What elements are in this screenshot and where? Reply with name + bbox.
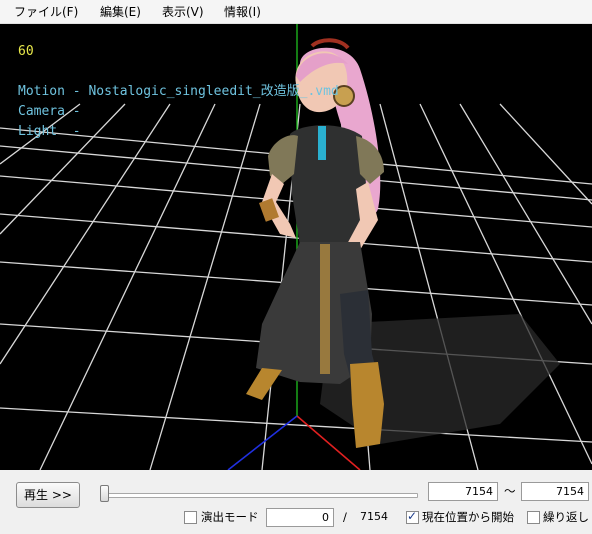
play-button[interactable]: 再生 >> — [16, 482, 80, 508]
staging-mode-checkbox[interactable] — [184, 511, 197, 524]
timeline-slider[interactable] — [100, 484, 418, 504]
camera-info: Camera - — [18, 104, 81, 119]
menu-edit[interactable]: 編集(E) — [100, 4, 141, 20]
character-model — [246, 38, 384, 448]
start-from-current-checkbox[interactable] — [406, 509, 419, 524]
3d-viewport[interactable]: 60 Motion - Nostalogic_singleedit_改造版_.v… — [0, 24, 592, 470]
slider-track — [100, 493, 418, 498]
range-end-field[interactable]: 7154 — [521, 482, 589, 501]
fps-counter: 60 — [18, 44, 34, 59]
staging-mode-label: 演出モード — [201, 510, 259, 524]
total-frames: 7154 — [360, 510, 388, 523]
loop-checkbox[interactable] — [527, 511, 540, 524]
start-from-current-label: 現在位置から開始 — [422, 510, 514, 524]
menu-view[interactable]: 表示(V) — [162, 4, 204, 20]
menu-info[interactable]: 情報(I) — [224, 4, 261, 20]
loop-label: 繰り返し — [543, 510, 589, 524]
playback-controls: 再生 >> 7154 〜 7154 演出モード 0 / 7154 現在位置から開… — [0, 470, 592, 534]
menu-bar: ファイル(F) 編集(E) 表示(V) 情報(I) — [0, 0, 592, 24]
frame-separator: / — [343, 510, 347, 524]
range-tilde: 〜 — [504, 484, 516, 498]
menu-file[interactable]: ファイル(F) — [14, 4, 78, 20]
current-frame-field[interactable]: 0 — [266, 508, 334, 527]
range-start-field[interactable]: 7154 — [428, 482, 498, 501]
light-info: Light - — [18, 124, 81, 139]
slider-thumb[interactable] — [100, 485, 109, 502]
motion-info: Motion - Nostalogic_singleedit_改造版_.vmd — [18, 84, 339, 99]
